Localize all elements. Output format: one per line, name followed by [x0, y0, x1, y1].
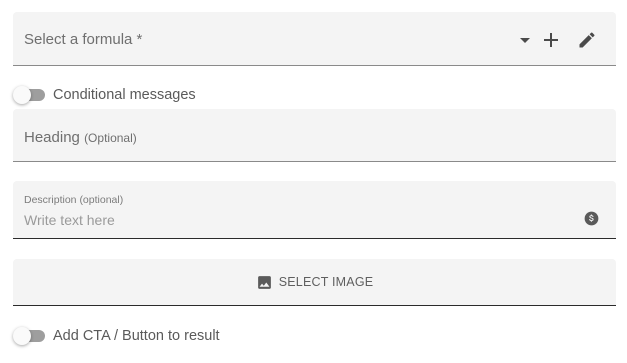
description-field[interactable]: Description (optional) [13, 181, 616, 239]
select-image-button[interactable]: SELECT IMAGE [13, 259, 616, 305]
toggle-thumb [13, 86, 31, 104]
toggle-thumb [13, 327, 31, 345]
edit-icon[interactable] [577, 30, 597, 50]
heading-label: Heading (Optional) [24, 129, 137, 146]
conditional-messages-row: Conditional messages [13, 86, 196, 104]
heading-optional-text: (Optional) [84, 131, 137, 145]
cta-label: Add CTA / Button to result [53, 328, 220, 344]
heading-label-text: Heading [24, 129, 80, 146]
image-icon [257, 275, 271, 289]
description-input[interactable] [24, 212, 564, 228]
dropdown-arrow-icon[interactable] [520, 38, 530, 44]
formula-select-label: Select a formula * [24, 31, 143, 48]
cta-toggle[interactable] [13, 327, 45, 345]
select-image-label: SELECT IMAGE [278, 275, 374, 289]
formula-select[interactable]: Select a formula * [13, 12, 616, 66]
conditional-messages-label: Conditional messages [53, 87, 196, 103]
heading-field[interactable]: Heading (Optional) [13, 109, 616, 162]
cta-row: Add CTA / Button to result [13, 327, 220, 345]
conditional-messages-toggle[interactable] [13, 86, 45, 104]
select-image-field: SELECT IMAGE [13, 259, 616, 306]
description-label: Description (optional) [24, 194, 124, 206]
dollar-icon[interactable] [584, 211, 599, 226]
add-icon[interactable] [542, 31, 560, 49]
